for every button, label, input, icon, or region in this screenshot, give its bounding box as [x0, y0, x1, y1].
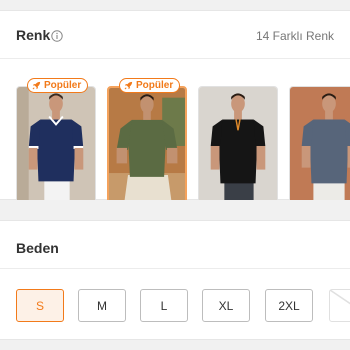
size-option-s[interactable]: S [16, 289, 64, 322]
color-swatch-list: Popüler Popüler [0, 59, 350, 200]
color-swatch-navy[interactable] [16, 86, 96, 200]
size-option-list: S M L XL 2XL [0, 269, 350, 341]
grey-polo-image [290, 87, 350, 200]
rocket-icon [124, 81, 133, 90]
color-swatch-khaki[interactable] [107, 86, 187, 200]
color-swatch-grey[interactable] [289, 86, 350, 200]
popular-badge: Popüler [119, 78, 181, 93]
size-section-title: Beden [16, 240, 59, 256]
color-swatch-black[interactable] [198, 86, 278, 200]
size-header: Beden [0, 221, 350, 269]
color-section-title: Renk [16, 27, 51, 43]
black-polo-image [199, 87, 277, 200]
navy-polo-image [17, 87, 95, 200]
popular-badge-label: Popüler [136, 80, 174, 91]
khaki-polo-image [109, 88, 185, 200]
size-option-m[interactable]: M [78, 289, 126, 322]
size-option-2xl[interactable]: 2XL [265, 289, 313, 322]
color-header: Renk 14 Farklı Renk [0, 11, 350, 59]
color-section: Renk 14 Farklı Renk Popüler Popüler [0, 10, 350, 200]
swatch-shirt [128, 119, 166, 177]
swatch-shirt [309, 119, 349, 184]
info-icon[interactable] [51, 29, 63, 42]
color-count-label: 14 Farklı Renk [255, 29, 334, 43]
size-section: Beden S M L XL 2XL [0, 220, 350, 340]
swatch-shirt [36, 119, 76, 182]
popular-badge-label: Popüler [44, 80, 82, 91]
size-option-unavailable[interactable] [329, 289, 350, 322]
size-option-xl[interactable]: XL [202, 289, 250, 322]
size-option-l[interactable]: L [140, 289, 188, 322]
popular-badge: Popüler [27, 78, 89, 93]
rocket-icon [32, 81, 41, 90]
